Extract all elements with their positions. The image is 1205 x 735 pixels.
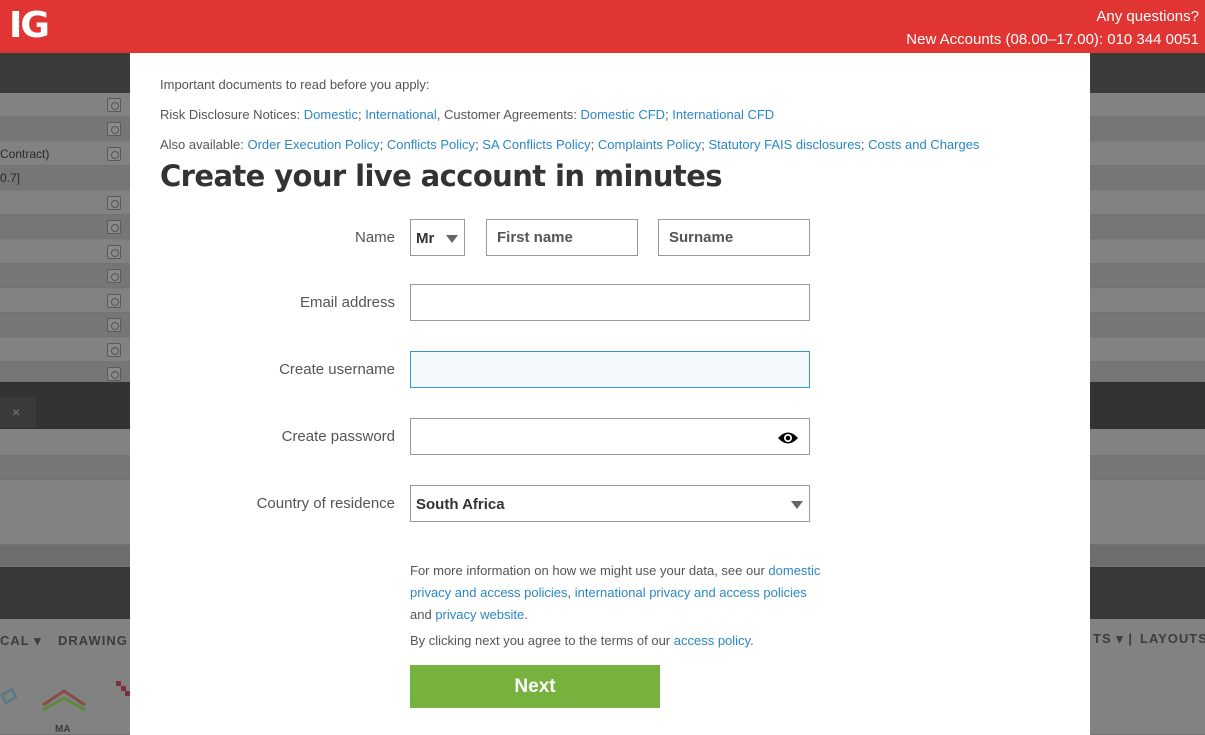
bg-row-icon xyxy=(107,294,121,308)
link-sa-conflicts-policy[interactable]: SA Conflicts Policy xyxy=(482,137,590,152)
first-name-input[interactable]: First name xyxy=(486,219,638,256)
bg-row-icon xyxy=(107,147,121,161)
country-select[interactable]: South Africa xyxy=(410,485,810,522)
name-label: Name xyxy=(354,229,395,246)
moving-average-icon xyxy=(42,689,86,712)
surname-placeholder: Surname xyxy=(669,229,734,246)
risk-prefix: Risk Disclosure Notices: xyxy=(160,107,304,122)
contact-phone: New Accounts (08.00–17.00): 010 344 0051 xyxy=(906,31,1199,48)
bg-row-icon xyxy=(107,318,121,332)
bg-toolbar-label: TS ▾ | xyxy=(1093,631,1133,646)
bg-row-icon xyxy=(107,367,121,381)
bg-row-icon xyxy=(107,343,121,357)
link-domestic[interactable]: Domestic xyxy=(304,107,358,122)
bg-row-icon xyxy=(107,122,121,136)
agreement-notice: By clicking next you agree to the terms … xyxy=(410,633,754,648)
link-access-policy[interactable]: access policy xyxy=(674,633,750,648)
bg-row-text: 0.7] xyxy=(0,171,21,185)
also-prefix: Also available: xyxy=(160,137,248,152)
link-conflicts-policy[interactable]: Conflicts Policy xyxy=(387,137,475,152)
link-costs-and-charges[interactable]: Costs and Charges xyxy=(868,137,979,152)
link-complaints-policy[interactable]: Complaints Policy xyxy=(598,137,701,152)
bg-row-icon xyxy=(107,220,121,234)
bg-indicator-label: MA xyxy=(55,724,71,735)
agree-text: By clicking next you agree to the terms … xyxy=(410,633,674,648)
top-header-bar: IG Any questions? New Accounts (08.00–17… xyxy=(0,0,1205,53)
privacy-text: For more information on how we might use… xyxy=(410,563,769,578)
privacy-end: . xyxy=(524,607,528,622)
next-button[interactable]: Next xyxy=(410,665,660,708)
bg-toolbar-label: DRAWING xyxy=(58,633,128,648)
link-statutory-fais-disclosures[interactable]: Statutory FAIS disclosures xyxy=(708,137,860,152)
contact-question: Any questions? xyxy=(1096,8,1199,25)
password-input[interactable] xyxy=(410,418,810,455)
first-name-placeholder: First name xyxy=(497,229,573,246)
bg-toolbar-label: CAL ▾ xyxy=(0,633,42,648)
surname-input[interactable]: Surname xyxy=(658,219,810,256)
bg-row-icon xyxy=(107,98,121,112)
bg-row-text: Contract) xyxy=(0,147,50,161)
bg-row-icon xyxy=(107,245,121,259)
privacy-separator: , xyxy=(567,585,575,600)
link-domestic-cfd[interactable]: Domestic CFD xyxy=(581,107,666,122)
country-label: Country of residence xyxy=(256,495,395,512)
link-privacy-website[interactable]: privacy website xyxy=(435,607,524,622)
privacy-and: and xyxy=(410,607,436,622)
bg-close-tab: × xyxy=(0,397,36,427)
agreements-prefix: , Customer Agreements: xyxy=(436,107,581,122)
bg-row-icon xyxy=(107,196,121,210)
email-input[interactable] xyxy=(410,284,810,321)
page-title: Create your live account in minutes xyxy=(160,159,723,193)
title-select-value: Mr xyxy=(416,230,435,247)
username-input[interactable] xyxy=(410,351,810,388)
link-international-privacy[interactable]: international privacy and access policie… xyxy=(575,585,807,600)
show-password-eye-icon[interactable] xyxy=(777,431,799,445)
password-label: Create password xyxy=(281,428,395,445)
country-select-value: South Africa xyxy=(416,496,505,513)
chevron-down-icon xyxy=(791,501,803,509)
agree-end: . xyxy=(750,633,754,648)
ig-logo[interactable]: IG xyxy=(9,6,50,46)
signup-modal: Important documents to read before you a… xyxy=(130,53,1090,735)
title-select[interactable]: Mr xyxy=(410,219,465,256)
important-documents: Important documents to read before you a… xyxy=(160,70,979,160)
risk-disclosure-line: Risk Disclosure Notices: Domestic; Inter… xyxy=(160,107,775,122)
bg-indicator-icon xyxy=(0,687,18,705)
email-label: Email address xyxy=(299,294,395,311)
documents-intro: Important documents to read before you a… xyxy=(160,77,430,92)
link-international-cfd[interactable]: International CFD xyxy=(672,107,774,122)
privacy-notice: For more information on how we might use… xyxy=(410,560,830,626)
chevron-down-icon xyxy=(446,235,458,243)
link-international[interactable]: International xyxy=(365,107,437,122)
also-available-line: Also available: Order Execution Policy; … xyxy=(160,137,980,152)
bg-indicator-icon xyxy=(116,681,130,696)
bg-row-icon xyxy=(107,269,121,283)
contact-info: Any questions? New Accounts (08.00–17.00… xyxy=(906,5,1199,51)
bg-toolbar-label: LAYOUTS xyxy=(1140,631,1205,646)
link-order-execution-policy[interactable]: Order Execution Policy xyxy=(247,137,379,152)
username-label: Create username xyxy=(279,361,395,378)
